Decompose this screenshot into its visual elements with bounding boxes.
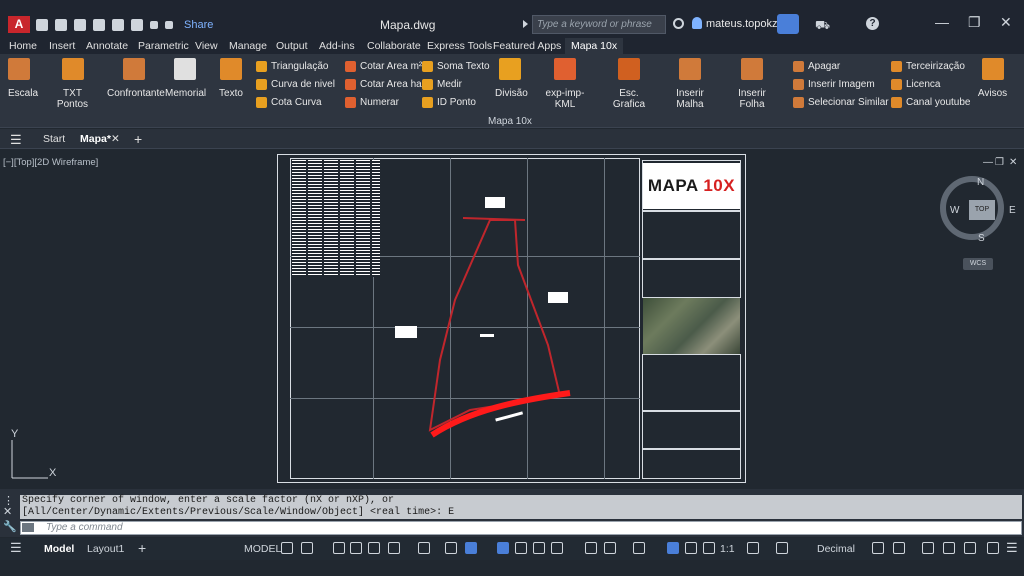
- selection-filter-icon[interactable]: [604, 542, 616, 554]
- command-history: Specify corner of window, enter a scale …: [20, 495, 1022, 519]
- lineweight-icon[interactable]: [497, 542, 509, 554]
- polar-icon[interactable]: [388, 542, 400, 554]
- clean-screen-icon[interactable]: [964, 542, 976, 554]
- ucs-y-label: Y: [11, 428, 19, 440]
- command-line-1: Specify corner of window, enter a scale …: [22, 495, 395, 506]
- tab-layout1[interactable]: Layout1: [87, 543, 124, 555]
- compass-south[interactable]: S: [978, 233, 985, 244]
- viewport-restore-icon[interactable]: ❐: [995, 157, 1004, 168]
- brand-logo: MAPA 10X: [643, 163, 740, 209]
- new-layout-icon[interactable]: +: [138, 540, 146, 556]
- viewcube-top[interactable]: TOP: [969, 200, 995, 220]
- autoscale-icon[interactable]: [685, 542, 697, 554]
- object-snap-tracking-icon[interactable]: [445, 542, 457, 554]
- compass-east[interactable]: E: [1009, 205, 1016, 216]
- layout-menu-icon[interactable]: ☰: [10, 540, 22, 556]
- command-placeholder: Type a command: [46, 522, 123, 533]
- infer-icon[interactable]: [333, 542, 345, 554]
- wcs-menu[interactable]: WCS: [963, 258, 993, 270]
- dynamic-input-icon[interactable]: [350, 542, 362, 554]
- section-panel: [642, 411, 741, 449]
- selection-cycling-icon[interactable]: [533, 542, 545, 554]
- isodraft-icon[interactable]: [418, 542, 430, 554]
- snap-icon[interactable]: [301, 542, 313, 554]
- status-bar: [0, 538, 1024, 560]
- quick-properties-icon[interactable]: [872, 542, 884, 554]
- transparency-icon[interactable]: [515, 542, 527, 554]
- hardware-acceleration-icon[interactable]: [943, 542, 955, 554]
- details-panel: [642, 354, 741, 411]
- annotation-scale-icon[interactable]: [703, 542, 715, 554]
- viewport-minimize-icon[interactable]: —: [983, 157, 993, 168]
- gizmo-icon[interactable]: [633, 542, 645, 554]
- 3d-osnap-icon[interactable]: [551, 542, 563, 554]
- grid-icon[interactable]: [281, 542, 293, 554]
- info-panel: [642, 259, 741, 298]
- footer-panel: [642, 449, 741, 479]
- units-dropdown[interactable]: Decimal: [817, 543, 855, 555]
- command-close-icon[interactable]: ✕: [3, 505, 12, 518]
- annotation-monitor-icon[interactable]: [776, 542, 788, 554]
- command-line-2: [All/Center/Dynamic/Extents/Previous/Sca…: [22, 507, 455, 518]
- model-space-button[interactable]: MODEL: [244, 543, 281, 555]
- lock-ui-icon[interactable]: [893, 542, 905, 554]
- dynamic-ucs-icon[interactable]: [585, 542, 597, 554]
- command-customize-icon[interactable]: 🔧: [3, 520, 17, 533]
- annotation-scale[interactable]: 1:1: [720, 543, 735, 555]
- compass-west[interactable]: W: [950, 205, 959, 216]
- legend-panel: [642, 211, 741, 259]
- tab-model[interactable]: Model: [44, 543, 74, 555]
- viewport-close-icon[interactable]: ✕: [1009, 157, 1017, 168]
- fullscreen-icon[interactable]: [987, 542, 999, 554]
- satellite-image: [643, 298, 740, 354]
- command-recent-icon[interactable]: [22, 523, 34, 532]
- isolate-objects-icon[interactable]: [922, 542, 934, 554]
- object-snap-icon[interactable]: [465, 542, 477, 554]
- workspace-gear-icon[interactable]: [747, 542, 759, 554]
- compass-north[interactable]: N: [977, 177, 984, 188]
- ortho-icon[interactable]: [368, 542, 380, 554]
- customize-status-icon[interactable]: ☰: [1006, 540, 1018, 556]
- annotation-visibility-icon[interactable]: [667, 542, 679, 554]
- command-input[interactable]: [20, 521, 1022, 535]
- ucs-icon: [11, 440, 48, 479]
